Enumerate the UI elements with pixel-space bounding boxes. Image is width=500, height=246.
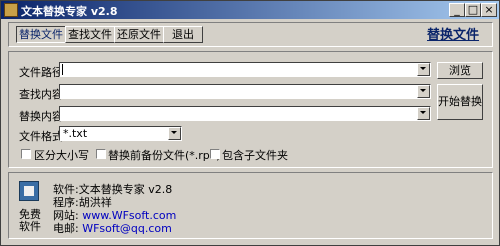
window-title: 文本替换专家 v2.8 <box>21 5 118 18</box>
chevron-down-icon[interactable] <box>417 85 430 98</box>
restore-files-button[interactable]: 还原文件 <box>114 26 164 43</box>
minimize-button[interactable]: _ <box>449 3 465 17</box>
case-sensitive-label: 区分大小写 <box>34 149 89 162</box>
replace-combo[interactable] <box>59 106 431 121</box>
title-bar[interactable]: 文本替换专家 v2.8 _ □ × <box>1 1 499 19</box>
start-replace-button[interactable]: 开始替换 <box>437 84 483 120</box>
email-link[interactable]: WFsoft@qq.com <box>82 222 172 235</box>
format-value: *.txt <box>63 127 88 140</box>
app-title-icon <box>4 3 18 17</box>
replace-files-button[interactable]: 替换文件 <box>16 26 66 43</box>
chevron-down-icon[interactable] <box>168 127 181 140</box>
close-button[interactable]: × <box>481 3 497 17</box>
find-files-button[interactable]: 查找文件 <box>65 26 115 43</box>
email-label: 电邮: <box>53 222 79 235</box>
case-sensitive-checkbox[interactable] <box>21 149 31 159</box>
find-combo[interactable] <box>59 84 431 99</box>
free-label-line2: 软件 <box>19 220 41 233</box>
maximize-button[interactable]: □ <box>465 3 481 17</box>
include-subfolders-checkbox[interactable] <box>210 149 220 159</box>
chevron-down-icon[interactable] <box>417 107 430 120</box>
exit-button[interactable]: 退出 <box>163 26 203 43</box>
chevron-down-icon[interactable] <box>417 63 430 76</box>
page-title: 替换文件 <box>427 28 480 43</box>
app-logo-icon <box>19 181 39 201</box>
file-path-combo[interactable] <box>59 62 431 77</box>
email-info: 电邮: WFsoft@qq.com <box>53 220 172 236</box>
backup-label: 替换前备份文件(*.rpk) <box>108 149 221 162</box>
format-select[interactable]: *.txt <box>59 126 182 141</box>
browse-button[interactable]: 浏览 <box>437 62 483 79</box>
text-caret <box>62 64 63 75</box>
app-window: 文本替换专家 v2.8 _ □ × 替换文件 查找文件 还原文件 退出 替换文件… <box>0 0 500 246</box>
backup-checkbox[interactable] <box>96 149 106 159</box>
include-subfolders-label: 包含子文件夹 <box>222 149 288 162</box>
